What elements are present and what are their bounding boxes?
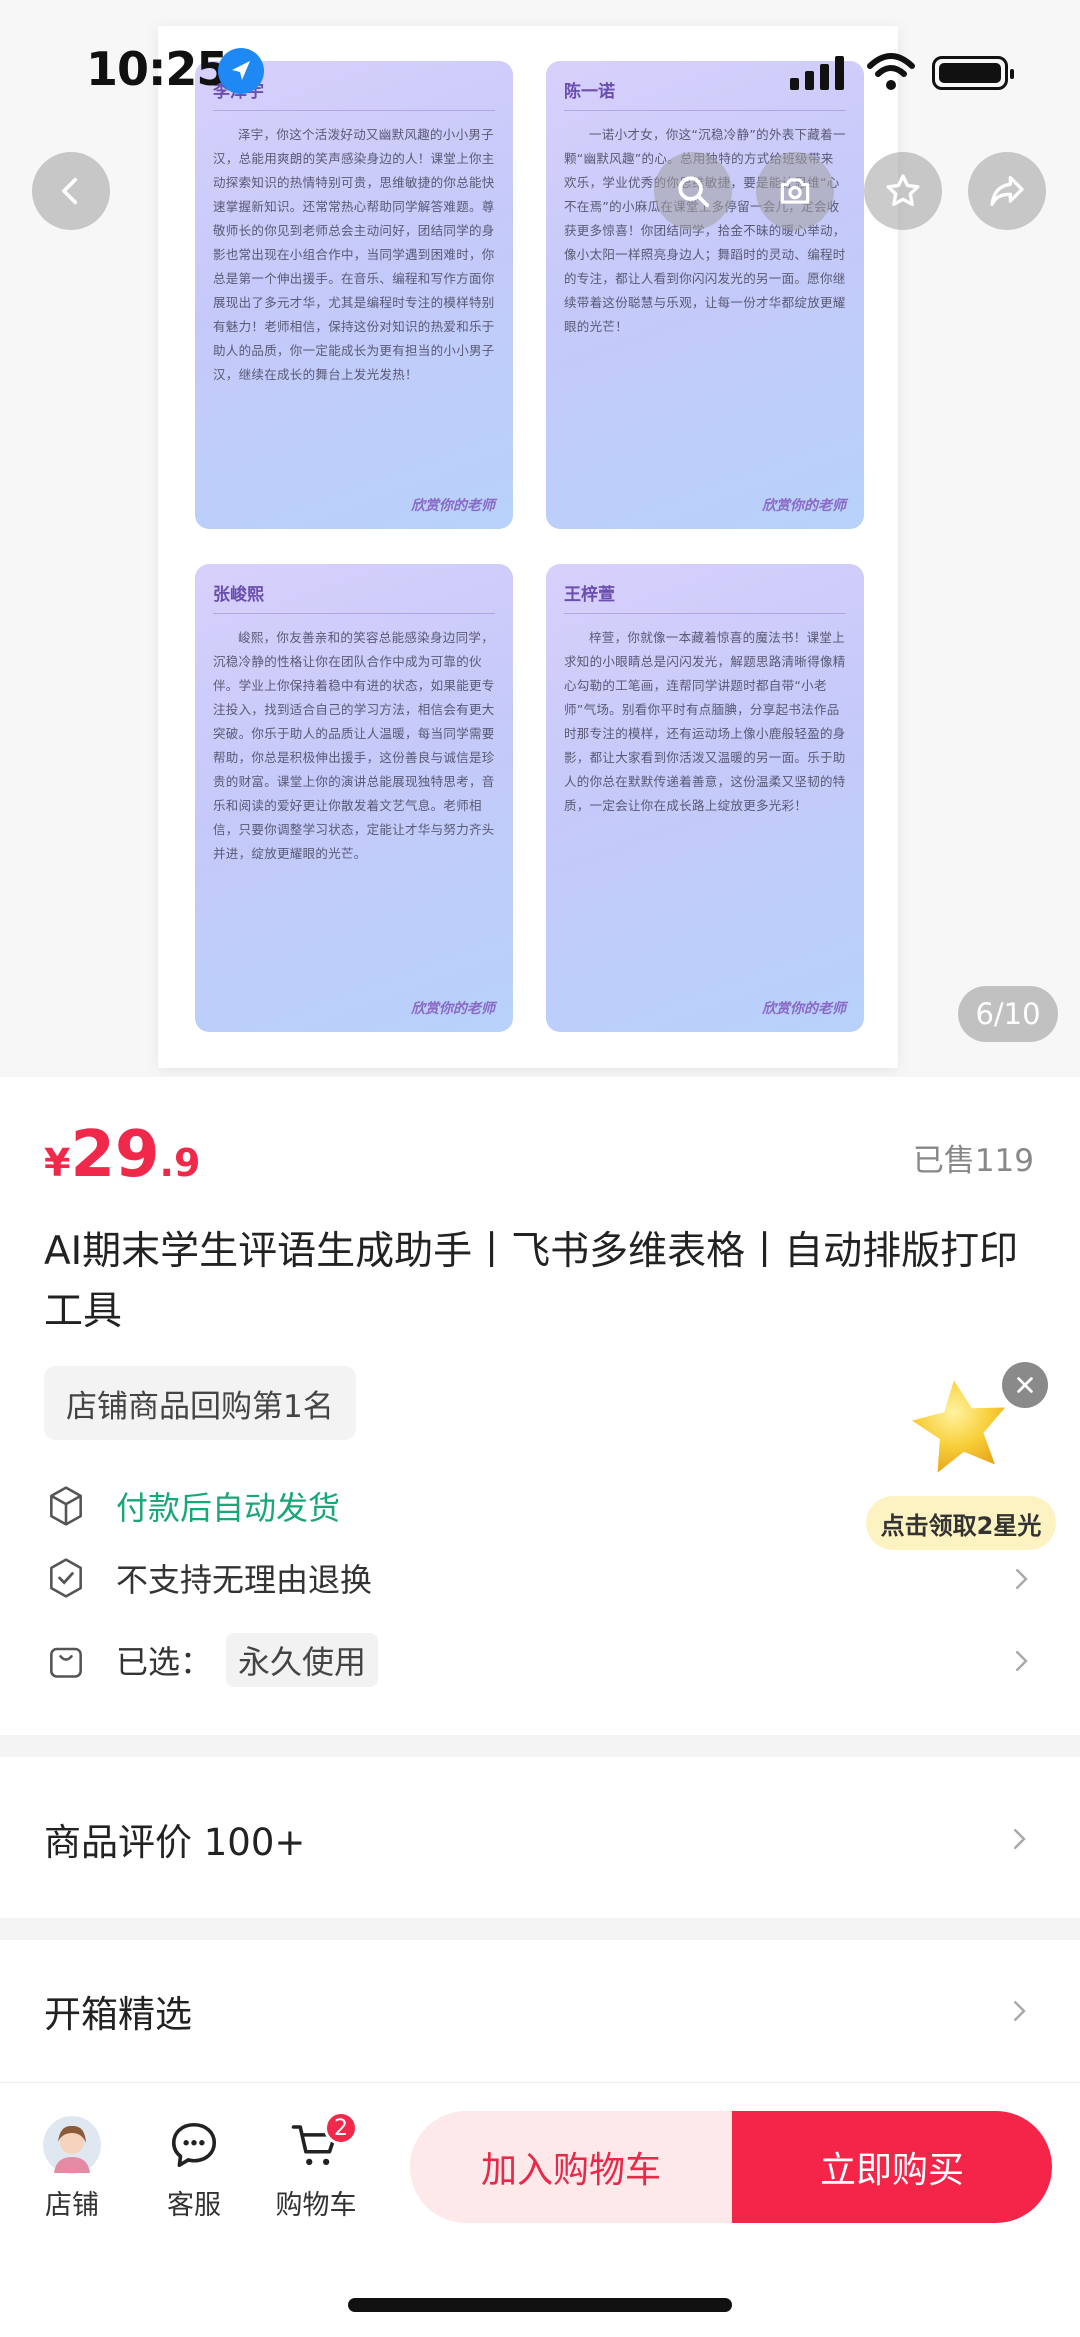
student-name: 张峻熙 [213, 580, 495, 614]
buy-now-button[interactable]: 立即购买 [732, 2111, 1052, 2223]
reviews-section-title[interactable]: 商品评价 100+ [44, 1812, 305, 1866]
image-gallery[interactable]: 李泽宇 泽宇，你这个活泼好动又幽默风趣的小小男子汉，总能用爽朗的笑声感染身边的人… [0, 0, 1080, 1077]
comment-card: 张峻熙 峻熙，你友善亲和的笑容总能感染身边同学，沉稳冷静的性格让你在团队合作中成… [195, 564, 513, 1032]
share-button[interactable] [968, 152, 1046, 230]
price-decimal: .9 [159, 1141, 201, 1185]
unboxing-section-title[interactable]: 开箱精选 [44, 1984, 192, 2038]
chevron-right-icon [1016, 1651, 1028, 1671]
product-page: 李泽宇 泽宇，你这个活泼好动又幽默风趣的小小男子汉，总能用爽朗的笑声感染身边的人… [0, 0, 1080, 2337]
student-name: 王梓萱 [564, 580, 846, 614]
price-integer: 29 [70, 1118, 160, 1192]
home-indicator[interactable] [348, 2298, 732, 2312]
chat-icon [171, 2122, 217, 2168]
nav-cart[interactable]: 2 购物车 [266, 2111, 366, 2222]
chevron-right-icon [1016, 1569, 1028, 1589]
chevron-left-icon [62, 177, 78, 205]
nav-shop[interactable]: 店铺 [22, 2115, 122, 2222]
teacher-sign: 欣赏你的老师 [762, 1001, 846, 1017]
bag-icon [50, 1647, 82, 1678]
divider [0, 1918, 1080, 1940]
camera-search-button[interactable] [756, 152, 834, 230]
divider [0, 1735, 1080, 1757]
comment-card: 李泽宇 泽宇，你这个活泼好动又幽默风趣的小小男子汉，总能用爽朗的笑声感染身边的人… [195, 61, 513, 529]
add-to-cart-button[interactable]: 加入购物车 [410, 2111, 732, 2223]
search-icon [678, 176, 710, 208]
comment-card: 王梓萱 梓萱，你就像一本藏着惊喜的魔法书！课堂上求知的小眼睛总是闪闪发光，解题思… [546, 564, 864, 1032]
cart-count-badge: 2 [324, 2111, 358, 2145]
back-button[interactable] [32, 152, 110, 230]
student-name: 陈一诺 [564, 77, 846, 111]
sold-count: 已售119 [912, 1143, 1034, 1179]
product-title: AI期末学生评语生成助手丨飞书多维表格丨自动排版打印工具 [44, 1229, 1019, 1334]
box-icon [50, 1486, 82, 1526]
star-icon [886, 174, 920, 206]
shield-check-icon [50, 1558, 82, 1598]
close-promo-button[interactable] [1002, 1362, 1048, 1408]
search-button[interactable] [654, 152, 732, 230]
comment-card: 陈一诺 一诺小才女，你这“沉稳冷静”的外表下藏着一颗“幽默风趣”的心。总用独特的… [546, 61, 864, 529]
student-name: 李泽宇 [213, 77, 495, 111]
comment-text: 峻熙，你友善亲和的笑容总能感染身边同学，沉稳冷静的性格让你在团队合作中成为可靠的… [213, 630, 495, 861]
chevron-right-icon[interactable] [1004, 1992, 1034, 2030]
teacher-sign: 欣赏你的老师 [762, 498, 846, 514]
price-symbol: ¥ [44, 1141, 71, 1185]
nav-cart-label: 购物车 [275, 2190, 357, 2221]
selected-value: 永久使用 [226, 1633, 379, 1687]
spec-selector-row[interactable]: 已选： 永久使用 [44, 1630, 1036, 1690]
nav-service[interactable]: 客服 [144, 2115, 244, 2222]
selected-label: 已选： [116, 1643, 213, 1681]
teacher-sign: 欣赏你的老师 [411, 1001, 495, 1017]
comment-text: 梓萱，你就像一本藏着惊喜的魔法书！课堂上求知的小眼睛总是闪闪发光，解题思路清晰得… [564, 630, 846, 813]
share-icon [990, 176, 1024, 206]
nav-shop-label: 店铺 [45, 2190, 99, 2221]
chevron-right-icon[interactable] [1004, 1820, 1034, 1858]
return-policy-text: 不支持无理由退换 [116, 1561, 373, 1599]
favorite-button[interactable] [864, 152, 942, 230]
camera-search-icon [780, 178, 810, 204]
nav-service-label: 客服 [167, 2190, 221, 2221]
gallery-counter: 6/10 [958, 986, 1058, 1042]
teacher-sign: 欣赏你的老师 [411, 498, 495, 514]
shop-avatar [22, 2115, 122, 2175]
rank-tag[interactable]: 店铺商品回购第1名 [44, 1366, 356, 1440]
close-icon [1017, 1377, 1033, 1393]
promo-label[interactable]: 点击领取2星光 [866, 1496, 1056, 1550]
comment-text: 泽宇，你这个活泼好动又幽默风趣的小小男子汉，总能用爽朗的笑声感染身边的人！课堂上… [213, 127, 495, 382]
price: ¥29.9 [44, 1118, 200, 1192]
delivery-text: 付款后自动发货 [116, 1489, 341, 1527]
